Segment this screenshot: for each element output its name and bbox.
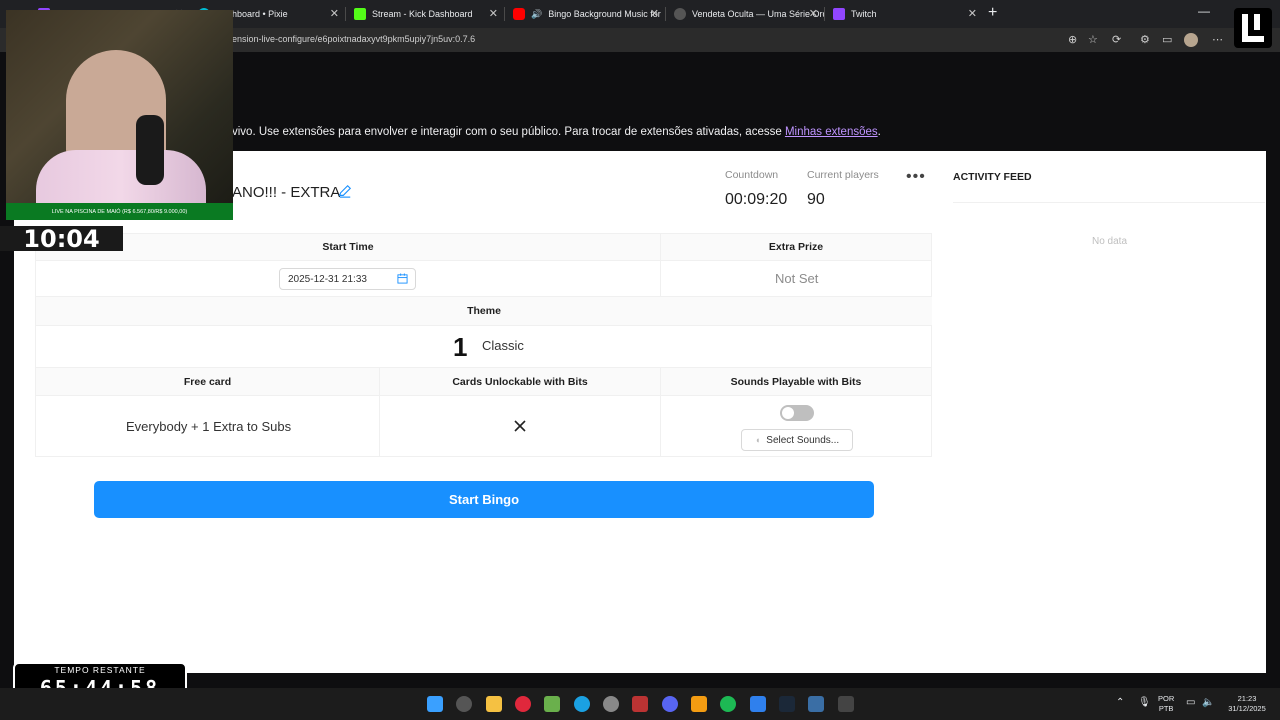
tab-kick[interactable]: Stream - Kick Dashboard ✕ — [346, 2, 504, 26]
timer-label: TEMPO RESTANTE — [54, 665, 146, 675]
sounds-playable-header: Sounds Playable with Bits — [661, 368, 931, 395]
lang-top: POR — [1158, 694, 1175, 703]
extra-prize-header: Extra Prize — [661, 234, 931, 260]
app-icon[interactable] — [603, 696, 619, 712]
new-tab-button[interactable]: + — [988, 4, 997, 22]
close-tab-icon[interactable]: ✕ — [489, 7, 498, 20]
select-sounds-button[interactable]: ◖ Select Sounds... — [741, 429, 853, 451]
players-value: 90 — [807, 191, 825, 208]
app-icon[interactable] — [632, 696, 648, 712]
tab-youtube[interactable]: 🔊 Bingo Background Music for ✕ — [505, 2, 665, 26]
tab-label: Vendeta Oculta — Uma Série Ord — [692, 9, 824, 19]
windows-start-icon[interactable] — [427, 696, 443, 712]
sounds-toggle[interactable] — [780, 405, 814, 421]
countdown-label: Countdown — [725, 169, 779, 181]
app-icon[interactable] — [750, 696, 766, 712]
stream-clock: 10:04 — [0, 225, 123, 253]
clock-time: 21:23 — [1237, 694, 1257, 703]
twitch-icon — [833, 8, 845, 20]
extensions-icon[interactable]: ⚙ — [1140, 33, 1150, 46]
app-icon[interactable] — [515, 696, 531, 712]
activity-feed-title: ACTIVITY FEED — [953, 171, 1032, 183]
game-title: ANO!!! - EXTRA — [232, 184, 341, 201]
logo-icon — [1242, 14, 1264, 42]
my-extensions-link[interactable]: Minhas extensões — [785, 126, 878, 138]
start-time-value: 2025-12-31 21:33 — [288, 274, 367, 285]
spotify-icon[interactable] — [720, 696, 736, 712]
select-sounds-label: Select Sounds... — [766, 434, 840, 446]
split-screen-icon[interactable]: ▭ — [1162, 33, 1172, 46]
app-icon[interactable] — [544, 696, 560, 712]
theme-name[interactable]: Classic — [482, 338, 524, 353]
tab-label: Twitch — [851, 9, 877, 19]
close-tab-icon[interactable]: ✕ — [650, 7, 659, 20]
tab-label: Stream - Kick Dashboard — [372, 9, 473, 19]
cards-unlockable-header: Cards Unlockable with Bits — [380, 368, 660, 395]
menu-icon[interactable]: ⋯ — [1212, 33, 1223, 46]
players-label: Current players — [807, 169, 879, 181]
steam-icon[interactable] — [779, 696, 795, 712]
youtube-icon — [513, 8, 525, 20]
volume-icon[interactable]: 🔈 — [1202, 698, 1214, 708]
extra-prize-value[interactable]: Not Set — [775, 271, 818, 286]
extensions-notice: vivo. Use extensões para envolver e inte… — [232, 126, 881, 138]
calendar-icon — [397, 273, 408, 284]
countdown-value: 00:09:20 — [725, 191, 788, 208]
tab-twitch[interactable]: Twitch ✕ — [825, 2, 983, 26]
favicon — [674, 8, 686, 20]
minimize-button[interactable]: — — [1198, 4, 1210, 18]
zoom-icon[interactable]: ⊕ — [1068, 33, 1077, 46]
language-indicator[interactable]: POR PTB — [1158, 694, 1174, 714]
theme-number[interactable]: 1 — [453, 332, 467, 363]
tab-vendeta[interactable]: Vendeta Oculta — Uma Série Ord ✕ — [666, 2, 824, 26]
notice-text: vivo. Use extensões para envolver e inte… — [232, 126, 785, 138]
file-explorer-icon[interactable] — [486, 696, 502, 712]
calculator-icon[interactable] — [838, 696, 854, 712]
donation-caption: LIVE NA PISCINA DE MAIÓ (R$ 6.567,80/R$ … — [6, 203, 233, 220]
refresh-icon[interactable]: ⟳ — [1112, 33, 1121, 46]
start-time-header: Start Time — [36, 234, 660, 260]
edge-browser-icon[interactable] — [574, 696, 590, 712]
app-icon[interactable] — [691, 696, 707, 712]
kick-icon — [354, 8, 366, 20]
favorite-star-icon[interactable]: ☆ — [1088, 33, 1098, 46]
close-tab-icon[interactable]: ✕ — [968, 7, 977, 20]
clock-date-text: 31/12/2025 — [1228, 704, 1266, 713]
start-bingo-button[interactable]: Start Bingo — [94, 481, 874, 518]
edit-icon[interactable] — [338, 184, 352, 198]
microphone — [136, 115, 164, 185]
app-icon[interactable] — [808, 696, 824, 712]
theme-header: Theme — [36, 297, 932, 325]
notice-suffix: . — [877, 126, 881, 138]
channel-logo — [1234, 8, 1272, 48]
network-icon[interactable]: ▭ — [1186, 698, 1195, 708]
speaker-icon: 🔊 — [531, 8, 543, 19]
free-card-header: Free card — [36, 368, 379, 395]
url-field[interactable]: ension-live-configure/e6poixtnadaxyvt9pk… — [232, 34, 475, 44]
close-icon[interactable] — [512, 418, 528, 434]
tray-chevron-icon[interactable]: ⌃ — [1116, 698, 1124, 708]
start-time-picker[interactable]: 2025-12-31 21:33 — [279, 268, 416, 290]
microphone-icon[interactable]: 🎙 — [1138, 698, 1151, 708]
activity-feed-empty: No data — [1092, 236, 1128, 247]
sound-icon: ◖ — [754, 435, 761, 445]
close-tab-icon[interactable]: ✕ — [809, 7, 818, 20]
webcam-overlay — [6, 10, 233, 220]
close-tab-icon[interactable]: ✕ — [330, 7, 339, 20]
tab-label: Bingo Background Music for — [548, 9, 661, 19]
clock-date[interactable]: 21:23 31/12/2025 — [1222, 694, 1272, 714]
lang-bottom: PTB — [1158, 704, 1174, 713]
app-icon[interactable] — [456, 696, 472, 712]
free-card-value[interactable]: Everybody + 1 Extra to Subs — [126, 419, 291, 434]
more-options-button[interactable]: ••• — [906, 168, 926, 186]
profile-avatar[interactable] — [1184, 33, 1198, 47]
discord-icon[interactable] — [662, 696, 678, 712]
